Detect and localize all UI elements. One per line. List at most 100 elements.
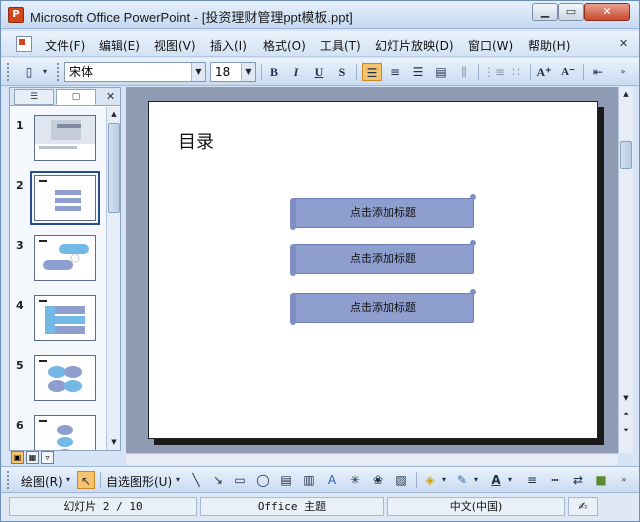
spellcheck-icon[interactable]: ✍ <box>568 497 598 516</box>
scroll-up-icon[interactable]: ▲ <box>108 107 120 121</box>
app-window: P Microsoft Office PowerPoint - [投资理财管理p… <box>0 0 640 522</box>
bullet-list-icon[interactable]: ∷ <box>506 63 526 81</box>
rectangle-tool-icon[interactable]: ▭ <box>231 471 249 489</box>
new-document-icon[interactable]: ▯ <box>19 63 39 81</box>
slide-2-preview <box>39 180 81 211</box>
underline-button[interactable]: U <box>309 63 329 81</box>
slideshow-view-button[interactable]: ▿ <box>41 451 54 464</box>
select-pointer-icon[interactable]: ↖ <box>77 471 95 489</box>
vertical-textbox-icon[interactable]: ▥ <box>300 471 318 489</box>
menu-help[interactable]: 帮助(H) <box>528 37 570 54</box>
menu-window[interactable]: 窗口(W) <box>468 37 513 54</box>
title-placeholder-2[interactable]: 点击添加标题 <box>290 240 476 276</box>
scroll-down-icon[interactable]: ▼ <box>620 391 632 405</box>
arrow-tool-icon[interactable]: ↘ <box>209 471 227 489</box>
italic-button[interactable]: I <box>286 63 306 81</box>
title-placeholder-3[interactable]: 点击添加标题 <box>290 289 476 325</box>
chevron-down-icon[interactable]: ▾ <box>173 471 183 489</box>
line-tool-icon[interactable]: ╲ <box>187 471 205 489</box>
line-style-icon[interactable]: ≡ <box>523 471 541 489</box>
next-slide-icon[interactable]: ⏷ <box>620 423 632 437</box>
menu-format[interactable]: 格式(O) <box>263 37 306 54</box>
line-color-icon[interactable]: ✎ <box>453 471 471 489</box>
thumbnail-scrollbar[interactable]: ▲ ▼ <box>106 107 120 450</box>
chevron-down-icon[interactable]: ▾ <box>439 471 449 489</box>
slide-sorter-view-button[interactable]: ▦ <box>26 451 39 464</box>
font-size-select[interactable]: 18 ▼ <box>210 62 256 82</box>
shadow-style-icon[interactable]: ■ <box>592 471 610 489</box>
pane-close-icon[interactable]: ✕ <box>106 90 115 103</box>
indent-icon[interactable]: ⇤ <box>588 63 608 81</box>
minimize-button[interactable]: ▁ <box>532 3 558 21</box>
clipart-icon[interactable]: ❀ <box>369 471 387 489</box>
scrollbar-thumb[interactable] <box>620 141 632 169</box>
toolbar-options-icon[interactable]: ▾ <box>39 63 51 81</box>
menu-file[interactable]: 文件(F) <box>45 37 85 54</box>
wordart-icon[interactable]: A <box>323 471 341 489</box>
slide-title[interactable]: 目录 <box>178 128 214 154</box>
draw-menu-button[interactable]: 绘图(R) <box>21 473 63 490</box>
maximize-button[interactable]: ▭ <box>558 3 584 21</box>
picture-icon[interactable]: ▨ <box>392 471 410 489</box>
scroll-down-icon[interactable]: ▼ <box>108 435 120 449</box>
close-button[interactable]: ✕ <box>584 3 630 21</box>
menu-edit[interactable]: 编辑(E) <box>99 37 140 54</box>
increase-font-icon[interactable]: A⁺ <box>534 63 554 81</box>
decrease-font-icon[interactable]: A⁻ <box>558 63 578 81</box>
oval-tool-icon[interactable]: ◯ <box>254 471 272 489</box>
align-left-icon[interactable]: ☰ <box>362 63 382 81</box>
autoshapes-menu-button[interactable]: 自选图形(U) <box>106 473 172 490</box>
numbered-list-icon[interactable]: ⋮≡ <box>483 63 505 81</box>
vertical-text-icon[interactable]: ⫼ <box>454 63 474 81</box>
toolbar-overflow-icon[interactable]: » <box>616 63 630 81</box>
toolbar-grip[interactable] <box>57 63 60 81</box>
align-right-icon[interactable]: ☰ <box>408 63 428 81</box>
chevron-down-icon[interactable]: ▼ <box>241 63 255 81</box>
chevron-down-icon[interactable]: ▼ <box>191 63 205 81</box>
slide-thumbnail-6[interactable] <box>34 415 96 450</box>
fill-color-icon[interactable]: ◈ <box>421 471 439 489</box>
shadow-button[interactable]: S <box>332 63 352 81</box>
slide-thumbnail-5[interactable] <box>34 355 96 401</box>
dash-style-icon[interactable]: ┅ <box>546 471 564 489</box>
menu-insert[interactable]: 插入(I) <box>210 37 247 54</box>
current-slide[interactable]: 目录 点击添加标题 点击添加标题 点击添加标题 <box>148 101 598 439</box>
font-name-value: 宋体 <box>69 65 94 79</box>
align-center-icon[interactable]: ≡ <box>385 63 405 81</box>
powerpoint-app-icon[interactable]: P <box>8 7 24 23</box>
horizontal-scrollbar[interactable] <box>126 453 618 465</box>
slide-thumbnail-3[interactable] <box>34 235 96 281</box>
scroll-up-icon[interactable]: ▲ <box>620 87 632 101</box>
title-placeholder-1[interactable]: 点击添加标题 <box>290 194 476 230</box>
menu-tools[interactable]: 工具(T) <box>320 37 361 54</box>
distribute-icon[interactable]: ▤ <box>431 63 451 81</box>
window-title: Microsoft Office PowerPoint - [投资理财管理ppt… <box>30 10 353 25</box>
menu-view[interactable]: 视图(V) <box>154 37 196 54</box>
toolbar-overflow-icon[interactable]: » <box>617 471 631 489</box>
chevron-down-icon[interactable]: ▾ <box>471 471 481 489</box>
slide-thumbnail-4[interactable] <box>34 295 96 341</box>
normal-view-button[interactable]: ▣ <box>11 451 24 464</box>
slide-scrollbar[interactable]: ▲ ▼ ⏶ ⏷ <box>618 87 633 453</box>
diagram-icon[interactable]: ✳ <box>346 471 364 489</box>
toolbar-grip[interactable] <box>7 471 10 489</box>
tab-outline[interactable]: ☰ <box>14 89 54 105</box>
font-name-select[interactable]: 宋体 ▼ <box>64 62 206 82</box>
chevron-down-icon[interactable]: ▾ <box>63 471 73 489</box>
document-icon[interactable] <box>16 36 32 52</box>
document-close-icon[interactable]: ✕ <box>619 37 628 50</box>
previous-slide-icon[interactable]: ⏶ <box>620 407 632 421</box>
arrow-style-icon[interactable]: ⇄ <box>569 471 587 489</box>
bold-button[interactable]: B <box>264 63 284 81</box>
toolbar-separator <box>416 472 417 488</box>
tab-slides[interactable]: ▢ <box>56 89 96 105</box>
font-color-icon[interactable]: A <box>487 471 505 489</box>
menu-slideshow[interactable]: 幻灯片放映(D) <box>375 37 454 54</box>
textbox-tool-icon[interactable]: ▤ <box>277 471 295 489</box>
slide-thumbnail-2[interactable] <box>30 171 100 225</box>
chevron-down-icon[interactable]: ▾ <box>505 471 515 489</box>
toolbar-separator <box>261 64 262 80</box>
scrollbar-thumb[interactable] <box>108 123 120 213</box>
toolbar-grip[interactable] <box>7 63 10 81</box>
slide-thumbnail-1[interactable] <box>34 115 96 161</box>
